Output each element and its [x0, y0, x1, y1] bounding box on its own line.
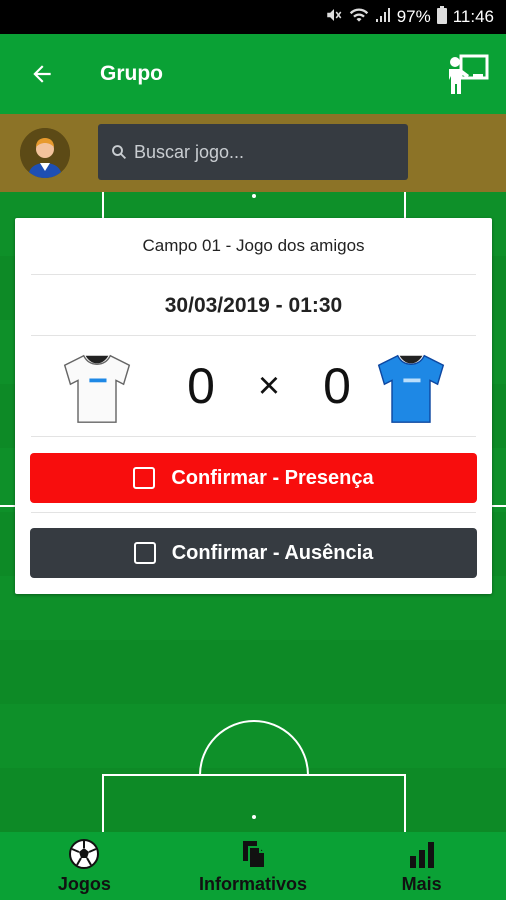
score-separator: × [257, 364, 281, 407]
battery-icon [436, 5, 447, 29]
confirm-presence-label: Confirmar - Presença [171, 466, 374, 489]
nav-label: Mais [401, 873, 442, 894]
back-button[interactable] [22, 54, 62, 94]
documents-icon [243, 840, 266, 869]
app-bar: Grupo [0, 34, 506, 114]
match-card[interactable]: Campo 01 - Jogo dos amigos 30/03/2019 - … [15, 218, 492, 594]
divider [31, 512, 476, 513]
match-datetime: 30/03/2019 - 01:30 [164, 294, 343, 317]
search-strip: Buscar jogo... [0, 114, 506, 192]
search-placeholder: Buscar jogo... [134, 141, 245, 162]
bottom-nav: Jogos Informativos Mais [0, 832, 506, 900]
field-name: Campo 01 - Jogo dos amigos [142, 236, 365, 255]
page-title: Grupo [100, 62, 163, 85]
confirm-presence-button[interactable]: Confirmar - Presença [30, 453, 477, 503]
mute-icon [325, 6, 343, 29]
home-shirt-icon [63, 354, 131, 423]
checkbox-icon [133, 542, 156, 564]
search-input[interactable]: Buscar jogo... [98, 124, 408, 180]
nav-label: Informativos [198, 873, 308, 894]
soccer-ball-icon [69, 838, 100, 869]
signal-icon [375, 7, 391, 28]
away-shirt-icon [377, 354, 445, 423]
nav-label: Jogos [57, 873, 111, 894]
status-bar: 97% 11:46 [0, 0, 506, 34]
exit-button[interactable] [446, 52, 492, 98]
avatar[interactable] [20, 128, 70, 178]
search-icon [112, 145, 127, 160]
confirm-absence-label: Confirmar - Ausência [171, 541, 374, 564]
divider [31, 436, 476, 437]
checkbox-icon [133, 467, 156, 489]
arrow-left-icon [33, 65, 51, 83]
player-avatar-icon [20, 128, 70, 178]
bar-chart-icon [409, 841, 434, 868]
divider [31, 274, 476, 275]
wifi-icon [349, 6, 369, 29]
scoreboard: 0 × 0 [15, 338, 492, 434]
battery-level: 97% [396, 7, 431, 26]
presenter-exit-icon [449, 54, 489, 94]
home-score: 0 [187, 358, 215, 414]
nav-item-informativos[interactable]: Informativos [169, 832, 338, 900]
confirm-absence-button[interactable]: Confirmar - Ausência [30, 528, 477, 578]
divider [31, 335, 476, 336]
nav-item-jogos[interactable]: Jogos [0, 832, 169, 900]
nav-item-mais[interactable]: Mais [337, 832, 506, 900]
away-score: 0 [323, 358, 351, 414]
clock: 11:46 [452, 7, 494, 26]
